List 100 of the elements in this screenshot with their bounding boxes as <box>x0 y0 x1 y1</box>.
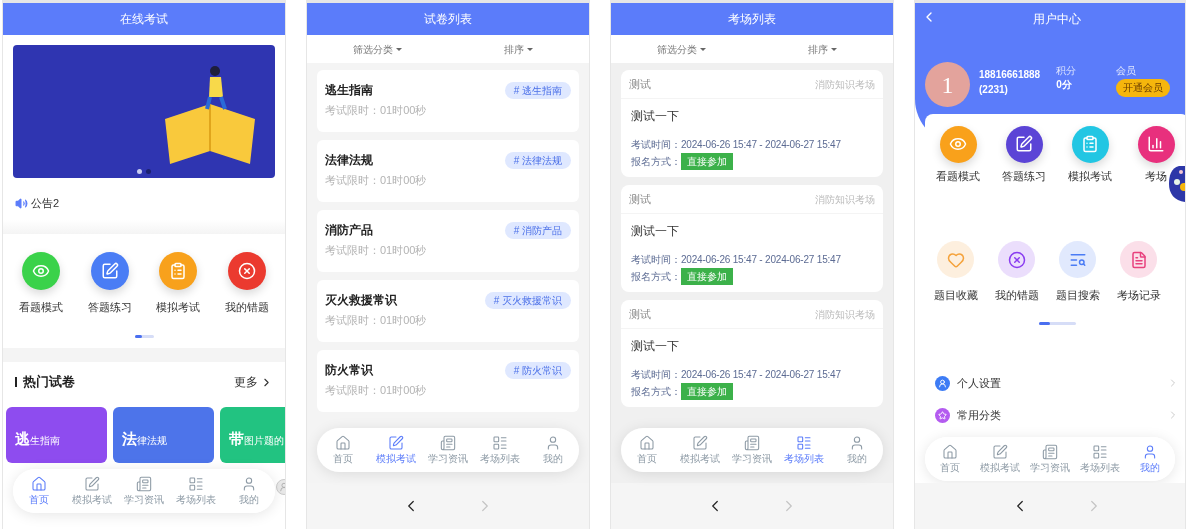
tab[interactable]: 我的 <box>527 435 578 465</box>
filter-dropdown[interactable]: 筛选分类 <box>611 41 752 57</box>
tab[interactable]: 我的 <box>223 476 274 506</box>
tab[interactable]: 模拟考试 <box>370 435 421 465</box>
shortcut-button[interactable]: 我的错题 <box>215 251 278 315</box>
mascot-icon <box>1169 166 1185 202</box>
tab[interactable]: 学习资讯 <box>422 435 473 465</box>
tab[interactable]: 考场列表 <box>1075 444 1125 474</box>
time-limit: 考试限时：01时00秒 <box>325 243 428 258</box>
exam-name: 测试一下 <box>631 338 680 355</box>
section-marker <box>15 377 17 387</box>
paper-name: 消防产品 <box>325 222 373 239</box>
exam-title: 测试 <box>629 76 651 92</box>
page-title: 考场列表 <box>728 11 776 28</box>
home-icon <box>335 435 352 451</box>
page-indicator <box>134 335 154 338</box>
tab[interactable]: 首页 <box>14 476 65 506</box>
exam-name: 测试一下 <box>631 223 680 240</box>
menu-item[interactable]: 常用分类 <box>925 399 1185 431</box>
paper-card[interactable]: 逃生指南 # 逃生指南 考试限时：01时00秒 <box>317 70 579 132</box>
tool-button[interactable]: 考场记录 <box>1108 241 1169 304</box>
avatar: 1 <box>925 62 970 107</box>
section-title: 热门试卷 <box>23 373 75 392</box>
filter-dropdown[interactable]: 排序 <box>448 41 589 57</box>
exam-category: 消防知识考场 <box>815 77 875 92</box>
edit-icon <box>691 435 708 451</box>
tab[interactable]: 首页 <box>622 435 673 465</box>
tab[interactable]: 学习资讯 <box>118 476 169 506</box>
exam-category: 消防知识考场 <box>815 307 875 322</box>
notice-text: 公告2 <box>31 196 60 211</box>
phone-number: 18816661888 <box>979 68 1041 82</box>
list-icon <box>1092 444 1108 460</box>
home-icon <box>942 444 958 460</box>
category-tag: # 法律法规 <box>504 151 571 169</box>
tool-button[interactable]: 答题练习 <box>991 125 1057 185</box>
paper-card[interactable]: 灭火救援常识 # 灭火救援常识 考试限时：01时00秒 <box>317 280 579 342</box>
newspaper-icon <box>1042 444 1058 460</box>
caret-icon <box>527 47 533 51</box>
paper-card[interactable]: 消防产品 # 消防产品 考试限时：01时00秒 <box>317 210 579 272</box>
signup-label: 报名方式： <box>631 155 681 169</box>
filter-dropdown[interactable]: 排序 <box>752 41 893 57</box>
shortcut-button[interactable]: 看题模式 <box>10 251 73 315</box>
exam-card[interactable]: 测试 消防知识考场 测试一下 考试时间：2024-06-26 15:47 - 2024-06-27 15:47 报名方式： 直接参加 <box>621 300 883 407</box>
exam-category: 消防知识考场 <box>815 192 875 207</box>
paper-name: 法律法规 <box>325 152 373 169</box>
signup-label: 报名方式： <box>631 270 681 284</box>
caret-icon <box>396 47 402 51</box>
menu-item[interactable]: 个人设置 <box>925 367 1185 399</box>
newspaper-icon <box>439 435 456 451</box>
tool-button[interactable]: 模拟考试 <box>1057 125 1123 185</box>
tab[interactable]: 模拟考试 <box>66 476 117 506</box>
paper-name: 逃生指南 <box>325 82 373 99</box>
user-icon <box>1142 444 1158 460</box>
newspaper-icon <box>743 435 760 451</box>
paper-card[interactable]: 法律法规 # 法律法规 考试限时：01时00秒 <box>317 140 579 202</box>
tab[interactable]: 模拟考试 <box>975 444 1025 474</box>
time-label: 考试时间： <box>631 368 681 382</box>
tab[interactable]: 首页 <box>925 444 975 474</box>
user-id: (2231) <box>979 83 1009 97</box>
tool-button[interactable]: 看题模式 <box>925 125 991 185</box>
tab[interactable]: 模拟考试 <box>674 435 725 465</box>
tab[interactable]: 学习资讯 <box>1025 444 1075 474</box>
open-membership-button[interactable]: 开通会员 <box>1116 79 1171 97</box>
tab[interactable]: 我的 <box>831 435 882 465</box>
points-value: 0分 <box>1056 78 1073 92</box>
tab[interactable]: 考场列表 <box>475 435 526 465</box>
paper-card[interactable]: 逃生指南 <box>6 407 107 463</box>
category-tag: # 消防产品 <box>504 221 571 239</box>
paper-card[interactable]: 防火常识 # 防火常识 考试限时：01时00秒 <box>317 350 579 412</box>
home-icon <box>31 476 48 492</box>
exam-title: 测试 <box>629 306 651 322</box>
newspaper-icon <box>135 476 152 492</box>
page-indicator <box>1038 321 1076 325</box>
list-icon <box>796 435 813 451</box>
paper-name: 防火常识 <box>325 362 373 379</box>
shortcut-button[interactable]: 模拟考试 <box>147 251 210 315</box>
exam-card[interactable]: 测试 消防知识考场 测试一下 考试时间：2024-06-26 15:47 - 2024-06-27 15:47 报名方式： 直接参加 <box>621 185 883 292</box>
tool-button[interactable]: 我的错题 <box>986 241 1047 304</box>
time-label: 考试时间： <box>631 253 681 267</box>
tab[interactable]: 学习资讯 <box>726 435 777 465</box>
filter-dropdown[interactable]: 筛选分类 <box>307 41 448 57</box>
tab[interactable]: 首页 <box>318 435 369 465</box>
tab[interactable]: 我的 <box>1125 444 1175 474</box>
page-title: 试卷列表 <box>424 11 472 28</box>
more-link[interactable]: 更多 <box>234 373 273 391</box>
exam-time: 2024-06-26 15:47 - 2024-06-27 15:47 <box>681 138 841 152</box>
tab[interactable]: 考场列表 <box>171 476 222 506</box>
exam-card[interactable]: 测试 消防知识考场 测试一下 考试时间：2024-06-26 15:47 - 2024-06-27 15:47 报名方式： 直接参加 <box>621 70 883 177</box>
edit-icon <box>83 476 100 492</box>
tab[interactable]: 考场列表 <box>779 435 830 465</box>
shortcut-button[interactable]: 答题练习 <box>78 251 141 315</box>
tool-button[interactable]: 题目搜索 <box>1047 241 1108 304</box>
tool-button[interactable]: 题目收藏 <box>925 241 986 304</box>
paper-card[interactable]: 法律法规 <box>113 407 214 463</box>
caret-icon <box>700 47 706 51</box>
exam-name: 测试一下 <box>631 108 680 125</box>
signup-badge: 直接参加 <box>681 153 733 170</box>
paper-name: 灭火救援常识 <box>325 292 397 309</box>
list-icon <box>188 476 205 492</box>
signup-badge: 直接参加 <box>681 268 733 285</box>
